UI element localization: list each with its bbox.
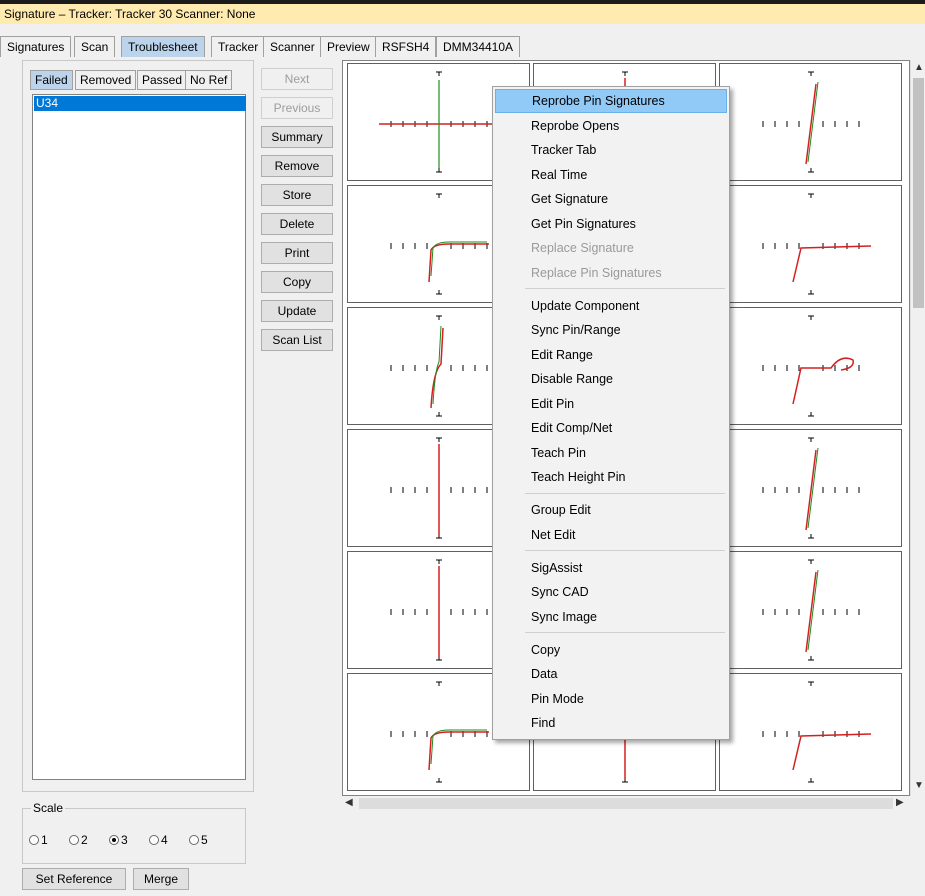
scale-radio-1[interactable]: 1 [29, 833, 48, 847]
delete-button[interactable]: Delete [261, 213, 333, 235]
next-button[interactable]: Next [261, 68, 333, 90]
update-button[interactable]: Update [261, 300, 333, 322]
radio-icon [189, 835, 199, 845]
signature-cell[interactable] [719, 551, 902, 669]
copy-button[interactable]: Copy [261, 271, 333, 293]
signature-cell[interactable] [719, 673, 902, 791]
scale-radio-2[interactable]: 2 [69, 833, 88, 847]
title-bar: Signature – Tracker: Tracker 30 Scanner:… [0, 0, 925, 24]
tab-preview[interactable]: Preview [320, 36, 377, 57]
menu-item-edit-pin[interactable]: Edit Pin [495, 392, 727, 416]
menu-item-group-edit[interactable]: Group Edit [495, 498, 727, 522]
subtab-failed[interactable]: Failed [30, 70, 73, 90]
menu-item-data[interactable]: Data [495, 662, 727, 686]
component-list[interactable]: U34 [32, 94, 246, 780]
menu-item-find[interactable]: Find [495, 711, 727, 735]
menu-item-sigassist[interactable]: SigAssist [495, 556, 727, 580]
scrollbar-thumb[interactable] [913, 78, 924, 308]
context-menu: Reprobe Pin Signatures Reprobe Opens Track… [492, 86, 730, 740]
signature-cell[interactable] [719, 429, 902, 547]
menu-item-teach-height-pin[interactable]: Teach Height Pin [495, 465, 727, 489]
menu-item-edit-range[interactable]: Edit Range [495, 343, 727, 367]
scroll-up-icon[interactable]: ▲ [914, 62, 924, 73]
scale-radio-4[interactable]: 4 [149, 833, 168, 847]
remove-button[interactable]: Remove [261, 155, 333, 177]
menu-item-get-pin-signatures[interactable]: Get Pin Signatures [495, 212, 727, 236]
menu-item-sync-image[interactable]: Sync Image [495, 605, 727, 629]
tab-scanner[interactable]: Scanner [263, 36, 322, 57]
menu-item-disable-range[interactable]: Disable Range [495, 367, 727, 391]
menu-separator [525, 288, 725, 289]
scale-label: Scale [31, 801, 66, 815]
horizontal-scrollbar[interactable]: ◀ ▶ [342, 796, 910, 811]
menu-item-sync-pin-range[interactable]: Sync Pin/Range [495, 318, 727, 342]
print-button[interactable]: Print [261, 242, 333, 264]
tab-tracker[interactable]: Tracker [211, 36, 266, 57]
vertical-scrollbar[interactable]: ▲ ▼ [910, 60, 925, 796]
main-tab-strip: Signatures Scan Troublesheet Tracker Sca… [0, 24, 925, 60]
radio-icon [69, 835, 79, 845]
menu-item-replace-signature[interactable]: Replace Signature [495, 236, 727, 260]
menu-item-reprobe-opens[interactable]: Reprobe Opens [495, 114, 727, 138]
tab-rsfsh4[interactable]: RSFSH4 [375, 36, 437, 57]
menu-item-replace-pin-signatures[interactable]: Replace Pin Signatures [495, 261, 727, 285]
signature-plot [762, 193, 872, 295]
menu-item-real-time[interactable]: Real Time [495, 163, 727, 187]
previous-button[interactable]: Previous [261, 97, 333, 119]
radio-icon [149, 835, 159, 845]
signature-plot [762, 315, 860, 417]
scroll-down-icon[interactable]: ▼ [914, 780, 924, 791]
signature-cell[interactable] [719, 307, 902, 425]
menu-item-get-signature[interactable]: Get Signature [495, 187, 727, 211]
menu-item-copy[interactable]: Copy [495, 638, 727, 662]
scrollbar-thumb[interactable] [359, 798, 893, 809]
tab-scan[interactable]: Scan [74, 36, 116, 57]
scroll-left-icon[interactable]: ◀ [345, 797, 353, 808]
summary-button[interactable]: Summary [261, 126, 333, 148]
subtab-no-ref[interactable]: No Ref [185, 70, 233, 90]
subtab-passed[interactable]: Passed [137, 70, 188, 90]
menu-item-teach-pin[interactable]: Teach Pin [495, 441, 727, 465]
scroll-right-icon[interactable]: ▶ [896, 797, 904, 808]
merge-button[interactable]: Merge [133, 868, 189, 890]
tab-signatures[interactable]: Signatures [0, 36, 72, 57]
menu-item-edit-comp-net[interactable]: Edit Comp/Net [495, 416, 727, 440]
signature-plot [762, 71, 860, 173]
set-reference-button[interactable]: Set Reference [22, 868, 126, 890]
menu-separator [525, 632, 725, 633]
menu-item-update-component[interactable]: Update Component [495, 294, 727, 318]
tab-troubleshoot[interactable]: Troublesheet [121, 36, 205, 57]
menu-item-sync-cad[interactable]: Sync CAD [495, 580, 727, 604]
menu-item-reprobe-pin-signatures[interactable]: Reprobe Pin Signatures [495, 89, 727, 113]
signature-cell[interactable] [719, 63, 902, 181]
store-button[interactable]: Store [261, 184, 333, 206]
signature-cell[interactable] [719, 185, 902, 303]
signature-plot [762, 681, 872, 783]
menu-item-tracker-tab[interactable]: Tracker Tab [495, 138, 727, 162]
signature-plot [762, 559, 860, 661]
menu-item-net-edit[interactable]: Net Edit [495, 523, 727, 547]
window-title: Signature – Tracker: Tracker 30 Scanner:… [4, 7, 256, 21]
menu-item-pin-mode[interactable]: Pin Mode [495, 687, 727, 711]
menu-separator [525, 492, 725, 494]
scale-radio-5[interactable]: 5 [189, 833, 208, 847]
subtab-removed[interactable]: Removed [75, 70, 137, 90]
menu-separator [525, 550, 725, 551]
scan-list-button[interactable]: Scan List [261, 329, 333, 351]
signature-plot [762, 437, 860, 539]
list-item[interactable]: U34 [34, 96, 246, 111]
radio-selected-icon [109, 835, 119, 845]
scale-group: Scale 1 2 3 4 5 [22, 801, 246, 864]
scale-radio-3[interactable]: 3 [109, 833, 128, 847]
radio-icon [29, 835, 39, 845]
tab-dmm34410a[interactable]: DMM34410A [436, 36, 521, 57]
